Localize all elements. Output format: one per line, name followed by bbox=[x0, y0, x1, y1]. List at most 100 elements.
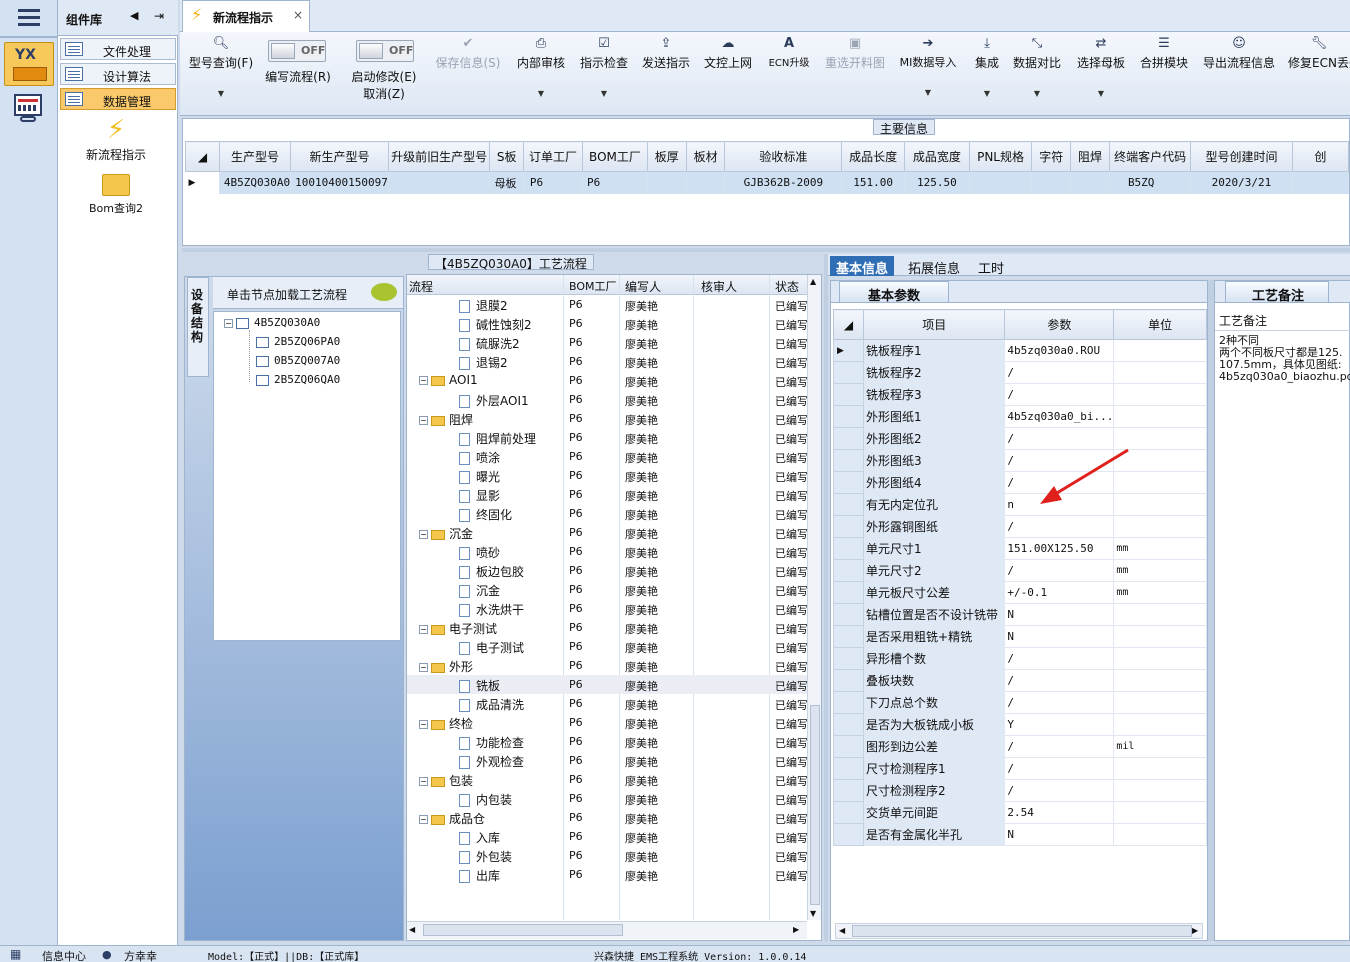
fix-ecn-lost-button[interactable]: 🔧︎ 修复ECN丢失 bbox=[1288, 36, 1350, 71]
param-item-cell[interactable]: 交货单元间距 bbox=[863, 801, 1006, 824]
collapse-left-icon[interactable]: ◀ bbox=[130, 9, 138, 22]
param-value-cell[interactable]: 4b5zq030a0.ROU bbox=[1004, 339, 1115, 362]
process-node[interactable]: 外层AOI1 bbox=[459, 392, 529, 409]
scroll-left-icon[interactable]: ◀ bbox=[409, 925, 415, 934]
param-item-cell[interactable]: 下刀点总个数 bbox=[863, 691, 1006, 714]
reselect-cutting-chart-button[interactable]: ▣ 重选开料图 bbox=[822, 36, 888, 71]
param-item-cell[interactable]: 铣板程序2 bbox=[863, 361, 1006, 384]
instruction-check-button[interactable]: ☑ 指示检查 ▼ bbox=[578, 36, 630, 98]
integrate-button[interactable]: ⤓ 集成 ▼ bbox=[970, 36, 1004, 98]
table-row[interactable]: 外形图纸2/ bbox=[832, 427, 1207, 450]
param-item-cell[interactable]: 钻槽位置是否不设计铣带 bbox=[863, 603, 1006, 626]
process-node[interactable]: 喷砂 bbox=[459, 544, 500, 561]
process-row[interactable]: 硫脲洗2 P6 廖美艳 已编写 bbox=[407, 333, 807, 352]
process-node[interactable]: 显影 bbox=[459, 487, 500, 504]
param-value-cell[interactable]: Y bbox=[1004, 713, 1115, 736]
col-header[interactable]: BOM工厂 bbox=[582, 141, 648, 172]
param-item-cell[interactable]: 图形到边公差 bbox=[863, 735, 1006, 758]
cell[interactable]: 母板 bbox=[489, 171, 524, 194]
cell[interactable] bbox=[1070, 171, 1110, 194]
chevron-down-icon[interactable]: ▼ bbox=[186, 89, 256, 98]
param-item-cell[interactable]: 外形图纸3 bbox=[863, 449, 1006, 472]
param-unit-cell[interactable] bbox=[1113, 625, 1207, 648]
param-unit-cell[interactable] bbox=[1113, 713, 1207, 736]
cell[interactable] bbox=[686, 171, 726, 194]
process-row[interactable]: 喷涂 P6 廖美艳 已编写 bbox=[407, 447, 807, 466]
process-node[interactable]: − 包装 bbox=[419, 772, 473, 789]
col-header[interactable]: 型号创建时间 bbox=[1190, 141, 1293, 172]
param-unit-cell[interactable] bbox=[1113, 405, 1207, 428]
table-row[interactable]: 是否为大板铣成小板 Y bbox=[832, 713, 1207, 736]
cell[interactable] bbox=[647, 171, 687, 194]
col-header[interactable]: 板厚 bbox=[646, 141, 687, 172]
process-row[interactable]: 外观检查 P6 廖美艳 已编写 bbox=[407, 751, 807, 770]
row-indicator[interactable]: ▶ bbox=[832, 339, 865, 362]
cell[interactable] bbox=[1031, 171, 1072, 194]
param-unit-cell[interactable] bbox=[1113, 757, 1207, 780]
yx-app-icon[interactable]: YX bbox=[4, 42, 54, 86]
param-value-cell[interactable]: / bbox=[1004, 383, 1115, 406]
param-unit-cell[interactable] bbox=[1113, 339, 1207, 362]
lib-item-design-algorithm[interactable]: 设计算法 bbox=[60, 63, 176, 85]
scroll-up-icon[interactable]: ▲ bbox=[810, 277, 816, 286]
process-row[interactable]: − AOI1 P6 廖美艳 已编写 bbox=[407, 371, 807, 390]
col-header[interactable]: 订单工厂 bbox=[522, 141, 584, 172]
row-indicator[interactable] bbox=[832, 361, 865, 384]
grid-icon[interactable]: ▦ bbox=[10, 947, 21, 961]
data-compare-button[interactable]: ⤡ 数据对比 ▼ bbox=[1012, 36, 1062, 98]
select-motherboard-button[interactable]: ⇄ 选择母板 ▼ bbox=[1074, 36, 1128, 98]
tab-basic-info[interactable]: 基本信息 bbox=[830, 256, 895, 277]
scroll-right-icon[interactable]: ▶ bbox=[793, 925, 799, 934]
process-node[interactable]: 板边包胶 bbox=[459, 563, 524, 580]
close-icon[interactable]: × bbox=[293, 8, 303, 22]
process-node[interactable]: 外观检查 bbox=[459, 753, 524, 770]
process-row[interactable]: 功能检查 P6 廖美艳 已编写 bbox=[407, 732, 807, 751]
tab-device-structure[interactable]: 设备结构 bbox=[187, 277, 209, 377]
row-indicator[interactable] bbox=[832, 405, 865, 428]
table-row[interactable]: 叠板块数 / bbox=[832, 669, 1207, 692]
process-row[interactable]: 沉金 P6 廖美艳 已编写 bbox=[407, 580, 807, 599]
param-unit-cell[interactable]: mm bbox=[1113, 581, 1207, 604]
process-row[interactable]: − 外形 P6 廖美艳 已编写 bbox=[407, 656, 807, 675]
scroll-thumb[interactable] bbox=[810, 705, 820, 905]
process-row[interactable]: − 阻焊 P6 廖美艳 已编写 bbox=[407, 409, 807, 428]
process-row[interactable]: 终固化 P6 廖美艳 已编写 bbox=[407, 504, 807, 523]
collapse-icon[interactable]: − bbox=[419, 815, 428, 824]
table-row[interactable]: 外形图纸3/ bbox=[832, 449, 1207, 472]
param-item-cell[interactable]: 铣板程序3 bbox=[863, 383, 1006, 406]
collapse-icon[interactable]: − bbox=[419, 720, 428, 729]
send-instruction-button[interactable]: ⇪ 发送指示 bbox=[640, 36, 692, 71]
table-row[interactable]: ▶ 4B5ZQ030A0 10010400150097 母板 P6 P6 GJB… bbox=[185, 171, 1350, 194]
param-value-cell[interactable]: / bbox=[1004, 691, 1115, 714]
param-unit-cell[interactable] bbox=[1113, 361, 1207, 384]
model-query-button[interactable]: 🔍︎ 型号查询(F) ▼ bbox=[186, 36, 256, 98]
row-indicator[interactable] bbox=[832, 581, 865, 604]
col-header[interactable]: 升级前旧生产型号 bbox=[387, 141, 491, 172]
col-header[interactable]: 板材 bbox=[685, 141, 726, 172]
table-row[interactable]: 尺寸检测程序1/ bbox=[832, 757, 1207, 780]
scroll-left-icon[interactable]: ◀ bbox=[839, 926, 845, 935]
process-row[interactable]: 成品清洗 P6 廖美艳 已编写 bbox=[407, 694, 807, 713]
tool-bom-query2[interactable]: Bom查询2 bbox=[58, 172, 174, 216]
scroll-thumb[interactable] bbox=[423, 924, 623, 936]
process-node[interactable]: − AOI1 bbox=[419, 373, 478, 387]
table-row[interactable]: 单元尺寸2/mm bbox=[832, 559, 1207, 582]
process-row[interactable]: − 包装 P6 廖美艳 已编写 bbox=[407, 770, 807, 789]
vertical-splitter[interactable] bbox=[824, 254, 828, 941]
process-row[interactable]: − 成品仓 P6 廖美艳 已编写 bbox=[407, 808, 807, 827]
horizontal-splitter[interactable] bbox=[182, 248, 1350, 252]
vertical-scrollbar[interactable]: ▲ ▼ bbox=[807, 275, 821, 920]
chevron-down-icon[interactable]: ▼ bbox=[896, 88, 960, 97]
col-header[interactable]: 流程 bbox=[409, 278, 433, 295]
row-indicator[interactable] bbox=[832, 515, 865, 538]
tree-node-root[interactable]: − 4B5ZQ030A0 bbox=[224, 316, 320, 329]
table-row[interactable]: 异形槽个数 / bbox=[832, 647, 1207, 670]
row-indicator[interactable] bbox=[832, 823, 865, 846]
table-row[interactable]: 下刀点总个数 / bbox=[832, 691, 1207, 714]
lib-item-data-management[interactable]: 数据管理 bbox=[60, 88, 176, 110]
param-item-cell[interactable]: 异形槽个数 bbox=[863, 647, 1006, 670]
scroll-down-icon[interactable]: ▼ bbox=[810, 909, 816, 918]
param-value-cell[interactable]: N bbox=[1004, 603, 1115, 626]
col-header[interactable]: 成品宽度 bbox=[904, 141, 970, 172]
col-header[interactable]: 创 bbox=[1291, 141, 1350, 172]
